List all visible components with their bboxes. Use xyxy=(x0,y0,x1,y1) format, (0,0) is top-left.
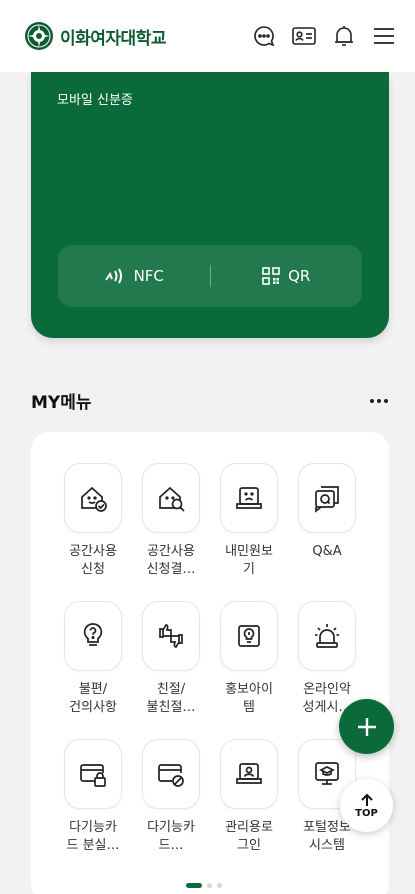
promo-item-icon xyxy=(238,625,260,647)
qr-label: QR xyxy=(288,267,311,285)
menu-tile xyxy=(64,463,122,533)
menu-tile xyxy=(298,463,356,533)
my-menu-header: MY메뉴 xyxy=(31,388,391,413)
menu-icon[interactable] xyxy=(371,23,397,49)
menu-item-qa[interactable]: Q&A xyxy=(289,463,365,561)
admin-login-icon xyxy=(236,763,262,784)
qr-button[interactable]: QR xyxy=(211,245,363,307)
menu-label: 다기능카 드… xyxy=(147,820,195,853)
more-icon xyxy=(370,398,388,403)
scroll-top-button[interactable]: TOP xyxy=(340,779,393,832)
card-lock-icon xyxy=(80,764,106,787)
menu-tile xyxy=(220,463,278,533)
menu-tile xyxy=(64,601,122,671)
chat-icon[interactable] xyxy=(251,23,277,49)
menu-tile xyxy=(142,463,200,533)
thumbs-icon xyxy=(159,624,183,648)
card-actions: NFC QR xyxy=(58,245,362,307)
mobile-id-card[interactable]: 모바일 신분증 NFC QR xyxy=(31,72,389,338)
logo-text: 이화여자대학교 xyxy=(60,28,166,49)
menu-label: 공간사용 신청 xyxy=(69,544,117,577)
card-block-icon xyxy=(158,764,184,787)
menu-tile xyxy=(220,739,278,809)
page-dot-active[interactable] xyxy=(186,883,202,888)
menu-label: Q&A xyxy=(312,544,342,559)
menu-tile xyxy=(142,739,200,809)
space-request-icon xyxy=(81,486,107,512)
alert-siren-icon xyxy=(315,624,339,648)
section-title: MY메뉴 xyxy=(31,393,92,413)
qa-icon xyxy=(315,486,339,513)
menu-label: 친절/불친절… xyxy=(146,682,196,715)
menu-label: 불편/건의사항 xyxy=(69,682,117,715)
card-title: 모바일 신분증 xyxy=(57,93,133,108)
bell-icon[interactable] xyxy=(331,23,357,49)
space-search-icon xyxy=(159,486,185,512)
nfc-label: NFC xyxy=(133,267,164,285)
my-menu-panel: 공간사용 신청 공간사용 신청결… 내민원보 기 Q&A 불편/ 건의사항 친절… xyxy=(31,432,389,894)
menu-label: 다기능카 드 분실… xyxy=(66,820,120,853)
top-label: TOP xyxy=(355,807,378,819)
menu-label: 관리용로 그인 xyxy=(225,820,273,853)
menu-item-space-result[interactable]: 공간사용 신청결… xyxy=(133,463,209,579)
menu-label: 홍보아이 템 xyxy=(225,682,273,715)
menu-label: 내민원보 기 xyxy=(225,544,273,577)
nfc-button[interactable]: NFC xyxy=(58,245,210,307)
qr-icon xyxy=(262,267,280,285)
menu-item-my-complaints[interactable]: 내민원보 기 xyxy=(211,463,287,579)
emblem-icon xyxy=(25,22,53,50)
menu-item-suggestions[interactable]: 불편/건의사항 xyxy=(55,601,131,717)
nfc-icon xyxy=(104,268,122,284)
menu-item-card-lost[interactable]: 다기능카 드 분실… xyxy=(55,739,131,855)
menu-item-promo-items[interactable]: 홍보아이 템 xyxy=(211,601,287,717)
complaint-icon xyxy=(236,487,262,509)
more-options-button[interactable] xyxy=(367,391,391,411)
menu-item-online-malicious[interactable]: 온라인악 성게시… xyxy=(289,601,365,717)
menu-tile xyxy=(220,601,278,671)
menu-tile xyxy=(298,601,356,671)
lightbulb-question-icon xyxy=(83,623,103,646)
menu-tile xyxy=(64,739,122,809)
plus-icon xyxy=(357,717,376,736)
app-header: 이화여자대학교 xyxy=(0,0,415,72)
menu-tile xyxy=(142,601,200,671)
id-card-icon[interactable] xyxy=(291,23,317,49)
menu-item-card-block[interactable]: 다기능카 드… xyxy=(133,739,209,855)
menu-item-admin-login[interactable]: 관리용로 그인 xyxy=(211,739,287,855)
menu-item-space-request[interactable]: 공간사용 신청 xyxy=(55,463,131,579)
menu-label: 공간사용 신청결… xyxy=(146,544,196,577)
arrow-up-icon xyxy=(360,793,373,806)
add-menu-button[interactable] xyxy=(339,699,394,754)
page-indicator xyxy=(186,883,222,888)
page-dot[interactable] xyxy=(217,883,222,888)
menu-item-kindness[interactable]: 친절/불친절… xyxy=(133,601,209,717)
university-logo[interactable]: 이화여자대학교 xyxy=(24,21,166,51)
portal-system-icon xyxy=(315,762,339,785)
page-dot[interactable] xyxy=(207,883,212,888)
